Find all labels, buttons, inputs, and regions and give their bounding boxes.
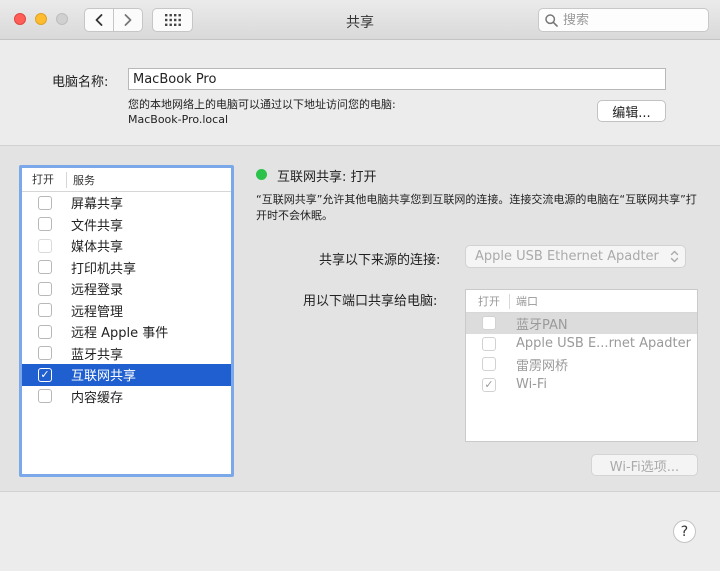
search-input[interactable]	[563, 12, 703, 28]
service-row-media-sharing[interactable]: 媒体共享	[22, 235, 231, 257]
service-checkbox[interactable]	[38, 389, 52, 404]
edit-hostname-button[interactable]: 编辑...	[597, 100, 666, 122]
port-checkbox[interactable]	[482, 316, 496, 331]
service-checkbox[interactable]	[38, 260, 52, 275]
service-label: 远程 Apple 事件	[71, 326, 169, 342]
column-header-service[interactable]: 服务	[67, 172, 95, 188]
service-label: 打印机共享	[71, 261, 137, 277]
service-row-file-sharing[interactable]: 文件共享	[22, 214, 231, 236]
wifi-options-button[interactable]: Wi-Fi选项...	[591, 454, 698, 476]
status-text: 互联网共享: 打开	[277, 170, 377, 185]
service-row-remote-login[interactable]: 远程登录	[22, 278, 231, 300]
help-button[interactable]: ?	[673, 520, 696, 543]
service-checkbox-checked[interactable]: ✓	[38, 367, 52, 382]
service-checkbox[interactable]	[38, 238, 52, 253]
ports-table-header: 打开 端口	[466, 290, 697, 313]
service-checkbox[interactable]	[38, 324, 52, 339]
port-label: Wi-Fi	[516, 377, 548, 393]
service-list[interactable]: 打开 服务 屏幕共享 文件共享 媒体共享 打印机共享 远程登录 远程管理 远程 …	[19, 165, 234, 477]
port-row-thunderbolt-bridge[interactable]: 雷雳网桥	[466, 354, 697, 375]
address-description: 您的本地网络上的电脑可以通过以下地址访问您的电脑:	[128, 98, 396, 111]
computer-name-field[interactable]	[128, 68, 666, 90]
service-row-remote-management[interactable]: 远程管理	[22, 300, 231, 322]
service-checkbox[interactable]	[38, 303, 52, 318]
port-label: 雷雳网桥	[516, 358, 569, 374]
port-label: 蓝牙PAN	[516, 317, 568, 333]
search-box[interactable]	[538, 8, 709, 32]
service-row-internet-sharing[interactable]: ✓ 互联网共享	[22, 364, 231, 386]
ports-label: 用以下端口共享给电脑:	[303, 294, 438, 309]
service-row-bluetooth-sharing[interactable]: 蓝牙共享	[22, 343, 231, 365]
source-connection-value: Apple USB Ethernet Apadter	[475, 249, 659, 264]
service-label: 内容缓存	[71, 390, 124, 406]
updown-chevron-icon	[670, 250, 679, 263]
port-row-usb-ethernet[interactable]: Apple USB E...rnet Apadter	[466, 334, 697, 355]
column-header-open[interactable]: 打开	[466, 293, 510, 309]
port-checkbox[interactable]	[482, 336, 496, 351]
local-hostname: MacBook-Pro.local	[128, 113, 229, 126]
status-indicator	[256, 169, 267, 180]
service-row-screen-sharing[interactable]: 屏幕共享	[22, 192, 231, 214]
service-checkbox[interactable]	[38, 217, 52, 232]
service-row-content-caching[interactable]: 内容缓存	[22, 386, 231, 408]
port-checkbox[interactable]	[482, 357, 496, 372]
service-row-remote-apple-events[interactable]: 远程 Apple 事件	[22, 321, 231, 343]
source-connection-label: 共享以下来源的连接:	[319, 253, 441, 268]
service-label: 媒体共享	[71, 240, 124, 256]
search-icon	[545, 13, 558, 27]
service-label: 屏幕共享	[71, 197, 124, 213]
service-label: 互联网共享	[71, 369, 137, 385]
service-label: 远程管理	[71, 304, 124, 320]
port-checkbox-checked[interactable]: ✓	[482, 377, 496, 392]
source-connection-select[interactable]: Apple USB Ethernet Apadter	[465, 245, 686, 268]
port-row-bluetooth-pan[interactable]: 蓝牙PAN	[466, 313, 697, 334]
computer-name-label: 电脑名称:	[52, 75, 109, 90]
service-checkbox[interactable]	[38, 195, 52, 210]
port-row-wifi[interactable]: ✓ Wi-Fi	[466, 375, 697, 396]
service-checkbox[interactable]	[38, 281, 52, 296]
column-header-port[interactable]: 端口	[510, 293, 538, 309]
ports-table[interactable]: 打开 端口 蓝牙PAN Apple USB E...rnet Apadter 雷…	[465, 289, 698, 442]
service-list-header: 打开 服务	[22, 168, 231, 192]
service-label: 文件共享	[71, 218, 124, 234]
service-label: 远程登录	[71, 283, 124, 299]
service-label: 蓝牙共享	[71, 347, 124, 363]
sharing-description: “互联网共享”允许其他电脑共享您到互联网的连接。连接交流电源的电脑在“互联网共享…	[256, 193, 697, 222]
port-label: Apple USB E...rnet Apadter	[516, 336, 691, 352]
title-bar: 共享	[0, 0, 720, 40]
service-row-printer-sharing[interactable]: 打印机共享	[22, 257, 231, 279]
service-checkbox[interactable]	[38, 346, 52, 361]
column-header-open[interactable]: 打开	[22, 171, 67, 188]
